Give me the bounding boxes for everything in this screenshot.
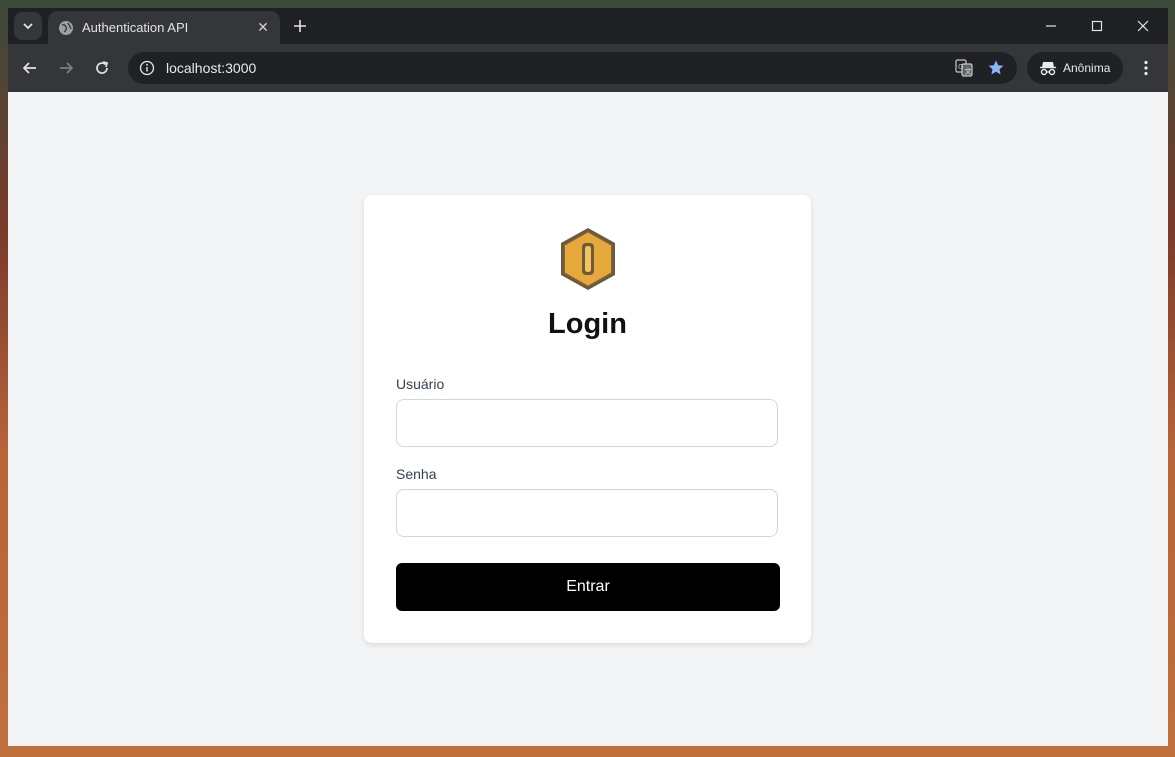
translate-icon[interactable]: G文 [953,57,975,79]
hexagon-logo-icon [557,226,619,292]
login-title: Login [548,308,627,340]
tab-close-icon[interactable]: ✕ [252,17,274,39]
tab-strip: Authentication API ✕ [8,8,1168,44]
maximize-button[interactable] [1074,8,1120,44]
forward-arrow-icon [60,62,74,74]
star-icon[interactable] [985,57,1007,79]
chevron-down-icon [23,23,33,30]
password-input[interactable] [396,489,778,537]
username-label: Usuário [396,376,445,392]
minimize-icon [1046,25,1056,27]
browser-window: Authentication API ✕ localhost:3000 G 文 … [8,8,1168,746]
new-tab-button[interactable] [288,14,312,38]
url-text: localhost:3000 [166,60,257,76]
browser-menu-button[interactable] [1132,54,1160,82]
svg-text:文: 文 [965,67,972,76]
close-icon [1137,20,1149,32]
reload-icon [96,61,109,74]
reload-button[interactable] [88,54,116,82]
back-arrow-icon [22,62,36,74]
globe-icon [58,20,74,36]
password-label: Senha [396,466,437,482]
page-content: Login Usuário Senha Entrar [8,92,1168,746]
incognito-icon [1039,59,1057,77]
forward-button[interactable] [52,54,80,82]
kebab-menu-icon [1144,60,1148,76]
login-card: Login Usuário Senha Entrar [364,195,811,643]
info-icon[interactable] [138,59,156,77]
plus-icon [294,20,306,32]
tab-title: Authentication API [82,20,189,35]
username-input[interactable] [396,399,778,447]
browser-toolbar: localhost:3000 G文 Anônima [8,44,1168,92]
address-bar[interactable]: localhost:3000 G文 [128,52,1017,84]
minimize-button[interactable] [1028,8,1074,44]
tab-search-button[interactable] [14,12,42,40]
incognito-profile-button[interactable]: Anônima [1027,52,1123,84]
profile-label: Anônima [1063,61,1111,75]
maximize-icon [1091,20,1103,32]
back-button[interactable] [16,54,44,82]
close-window-button[interactable] [1120,8,1166,44]
tab-active[interactable]: Authentication API ✕ [48,11,280,44]
submit-button[interactable]: Entrar [396,563,780,611]
svg-text:G: G [958,63,963,71]
